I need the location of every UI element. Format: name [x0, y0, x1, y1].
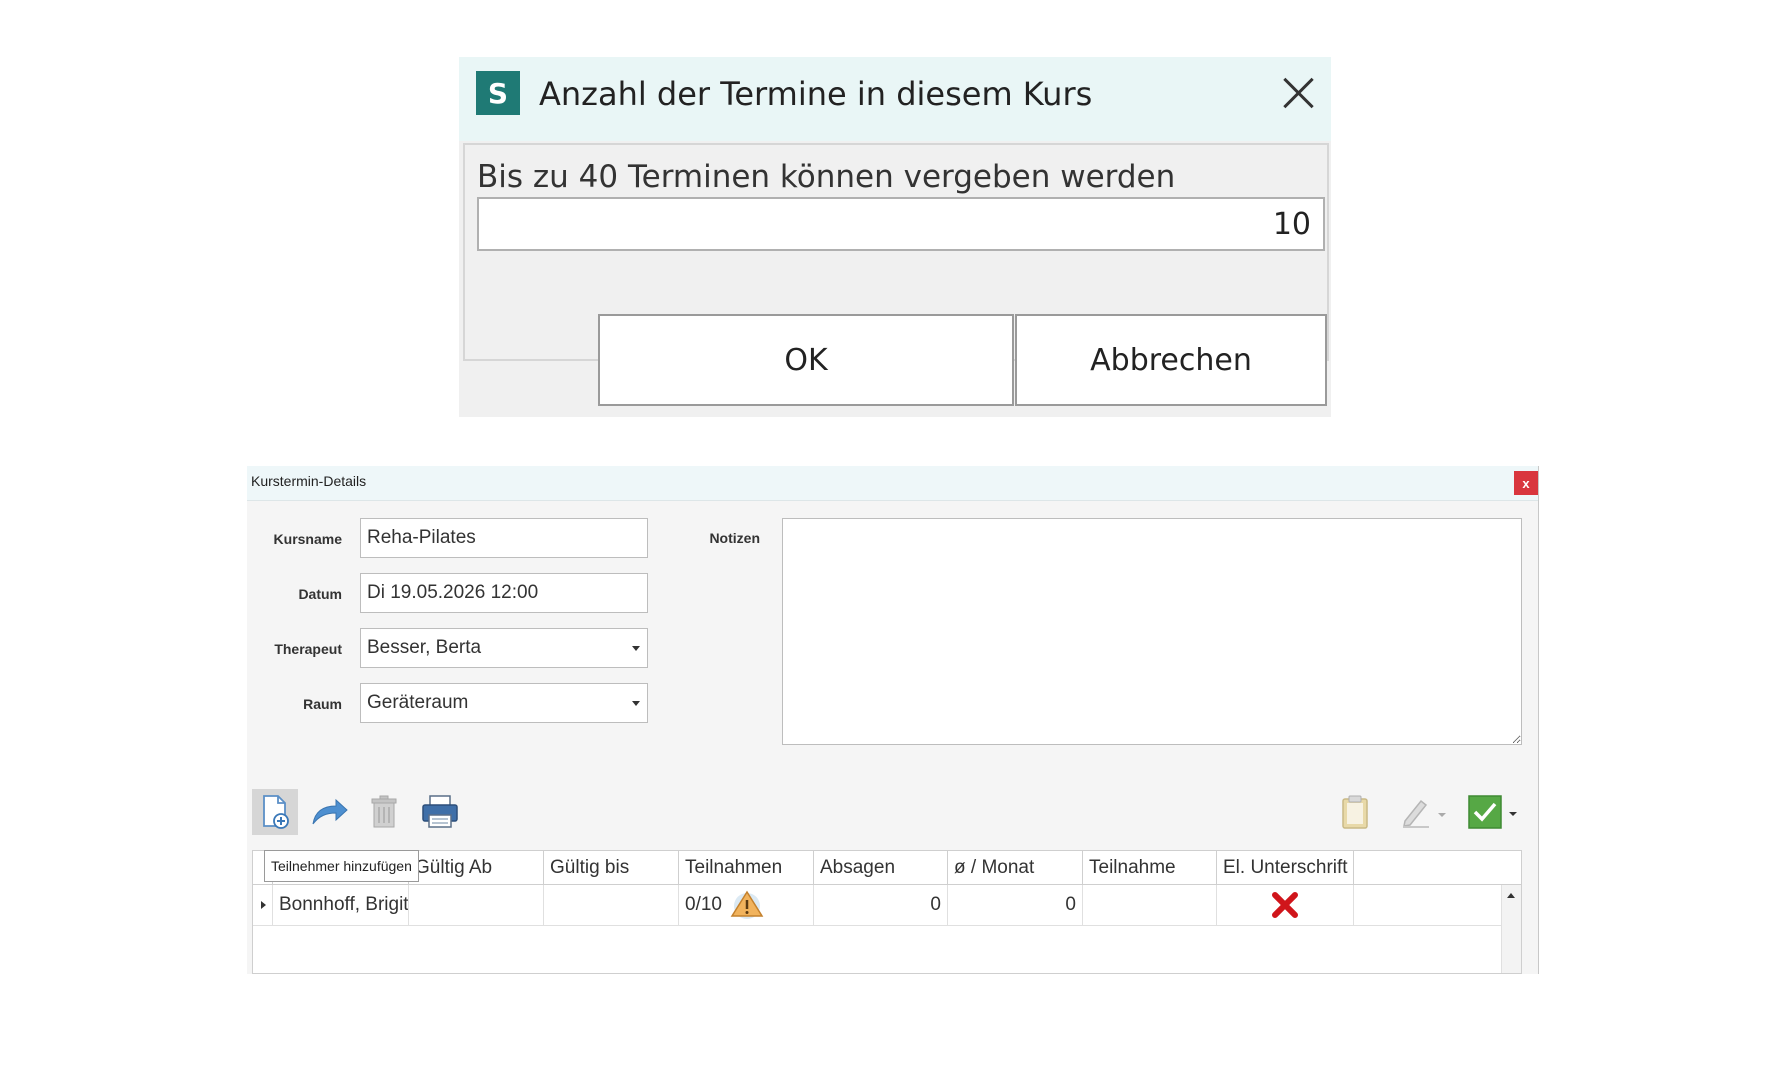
- therapeut-label: Therapeut: [274, 641, 342, 657]
- row-expander[interactable]: [253, 885, 273, 925]
- add-participant-button[interactable]: [252, 789, 298, 835]
- table-header: Gültig Ab Gültig bis Teilnahmen Absagen …: [253, 851, 1521, 885]
- table-row[interactable]: Bonnhoff, Brigitte 0/10 0 0: [253, 885, 1503, 926]
- chevron-down-icon: [632, 701, 640, 706]
- dialog-title-bar: S Anzahl der Termine in diesem Kurs: [459, 57, 1331, 141]
- column-header-gueltig-bis[interactable]: Gültig bis: [544, 851, 679, 884]
- vertical-scrollbar[interactable]: [1501, 885, 1521, 973]
- green-checkmark-icon: [1468, 795, 1502, 829]
- missing-signature-x-icon: [1272, 892, 1298, 918]
- dialog-title: Anzahl der Termine in diesem Kurs: [539, 75, 1093, 113]
- redo-arrow-icon: [312, 798, 348, 825]
- dialog-prompt: Bis zu 40 Terminen können vergeben werde…: [477, 159, 1176, 195]
- participants-table: Gültig Ab Gültig bis Teilnahmen Absagen …: [252, 850, 1522, 974]
- column-header-gueltig-ab[interactable]: Gültig Ab: [409, 851, 544, 884]
- datum-value: Di 19.05.2026 12:00: [367, 582, 539, 603]
- add-document-icon: [263, 795, 289, 829]
- warning-icon: [730, 890, 764, 919]
- notizen-label: Notizen: [709, 530, 760, 546]
- el-unterschrift-cell: [1217, 885, 1354, 925]
- forward-button[interactable]: [307, 789, 353, 835]
- ok-button[interactable]: OK: [598, 314, 1014, 406]
- chevron-right-icon: [261, 901, 266, 909]
- chevron-down-icon: [632, 646, 640, 651]
- printer-icon: [422, 795, 458, 828]
- raum-value: Geräteraum: [367, 692, 469, 713]
- gueltig-bis-cell: [544, 885, 679, 925]
- kursname-label: Kursname: [273, 531, 342, 547]
- participant-name: Bonnhoff, Brigitte: [273, 885, 409, 925]
- monat-cell: 0: [948, 885, 1083, 925]
- print-button[interactable]: [415, 789, 465, 835]
- column-header-teilnahmen[interactable]: Teilnahmen: [679, 851, 814, 884]
- trash-icon: [371, 795, 397, 828]
- column-header-teilnahme[interactable]: Teilnahme: [1083, 851, 1217, 884]
- therapeut-value: Besser, Berta: [367, 637, 482, 658]
- scroll-up-arrow-icon[interactable]: [1507, 893, 1515, 898]
- teilnahmen-value: 0/10: [685, 894, 722, 915]
- paste-button[interactable]: [1335, 789, 1375, 835]
- appointment-count-input[interactable]: [477, 197, 1325, 251]
- course-appointments-dialog: S Anzahl der Termine in diesem Kurs Bis …: [459, 57, 1331, 417]
- delete-button[interactable]: [361, 789, 407, 835]
- column-header-monat[interactable]: ø / Monat: [948, 851, 1083, 884]
- datum-label: Datum: [298, 586, 342, 602]
- raum-label: Raum: [303, 696, 342, 712]
- clipboard-icon: [1342, 795, 1368, 829]
- gueltig-ab-cell: [409, 885, 544, 925]
- chevron-down-icon: [1509, 812, 1517, 816]
- dialog-close-icon[interactable]: [1277, 71, 1321, 115]
- datum-field[interactable]: Di 19.05.2026 12:00: [360, 573, 648, 613]
- window-title-bar: Kurstermin-Details x: [247, 466, 1538, 501]
- kursname-value: Reha-Pilates: [367, 527, 476, 548]
- chevron-down-icon: [1438, 813, 1446, 817]
- pencil-icon: [1403, 799, 1429, 828]
- cancel-button[interactable]: Abbrechen: [1015, 314, 1327, 406]
- teilnahmen-cell: 0/10: [679, 885, 814, 925]
- column-header-absagen[interactable]: Absagen: [814, 851, 948, 884]
- window-title: Kurstermin-Details: [251, 473, 367, 489]
- add-participant-tooltip: Teilnehmer hinzufügen: [264, 850, 419, 882]
- confirm-dropdown-button[interactable]: [1463, 789, 1523, 835]
- notizen-textarea[interactable]: [782, 518, 1522, 745]
- column-header-el-unterschrift[interactable]: El. Unterschrift: [1217, 851, 1354, 884]
- therapeut-select[interactable]: Besser, Berta: [360, 628, 648, 668]
- app-logo-icon: S: [476, 71, 520, 115]
- edit-dropdown-button[interactable]: [1395, 789, 1451, 835]
- window-close-button[interactable]: x: [1514, 471, 1538, 495]
- kursname-field[interactable]: Reha-Pilates: [360, 518, 648, 558]
- absagen-cell: 0: [814, 885, 948, 925]
- course-session-details-window: Kurstermin-Details x Kursname Reha-Pilat…: [247, 466, 1539, 974]
- raum-select[interactable]: Geräteraum: [360, 683, 648, 723]
- teilnahme-cell: [1083, 885, 1217, 925]
